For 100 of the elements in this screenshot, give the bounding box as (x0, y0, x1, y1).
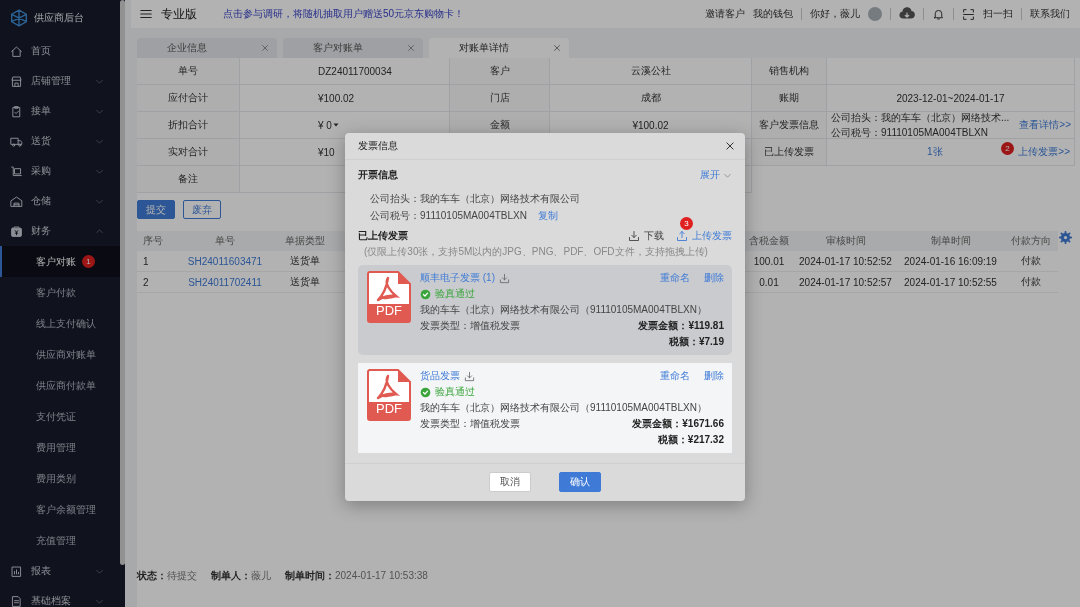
edition-title: 专业版 (161, 5, 197, 23)
sidebar-item[interactable]: 采购 (0, 156, 120, 186)
tax-amount: 税额：¥217.32 (657, 433, 724, 447)
sidebar-subitem[interactable]: 费用管理 (0, 432, 120, 463)
caret-down-icon[interactable] (331, 121, 340, 129)
order-link[interactable]: SH24011603471 (187, 255, 263, 267)
header-link[interactable]: 邀请客户 (705, 7, 745, 21)
tab[interactable]: 客户对账单 (283, 38, 423, 58)
contact-link[interactable]: 联系我们 (1030, 7, 1070, 21)
table-cell: 送货单 (290, 275, 320, 289)
rename-link[interactable]: 重命名 (660, 369, 690, 383)
step-badge: 3 (680, 217, 693, 230)
cart-icon (10, 164, 23, 178)
column-header: 序号 (143, 234, 163, 248)
sidebar-subitem[interactable]: 客户余额管理 (0, 494, 120, 525)
invoice-type: 发票类型：增值税发票 (420, 319, 520, 333)
status-value: 薇儿 (251, 570, 271, 581)
download-icon (464, 370, 475, 382)
close-button[interactable] (725, 141, 735, 151)
invoice-type: 发票类型：增值税发票 (420, 417, 520, 431)
label-cell: 单号 (137, 58, 240, 85)
submit-button[interactable]: 提交 (137, 200, 175, 219)
dialog-title: 发票信息 (358, 139, 398, 153)
rename-link[interactable]: 重命名 (660, 271, 690, 285)
sidebar-item[interactable]: 首页 (0, 36, 120, 66)
copy-link[interactable]: 复制 (538, 210, 559, 221)
scrollbar[interactable] (120, 0, 125, 565)
cancel-button[interactable]: 取消 (489, 472, 531, 492)
label-cell: 应付合计 (137, 85, 240, 112)
discard-button[interactable]: 废弃 (183, 200, 221, 219)
sidebar-subitem[interactable]: 费用类别 (0, 463, 120, 494)
tab[interactable]: 企业信息 (137, 38, 277, 58)
sidebar-item[interactable]: 财务 (0, 216, 120, 246)
warehouse-icon (10, 194, 23, 208)
table-cell: 2 (143, 276, 149, 288)
invoice-amount: 发票金额：¥119.81 (638, 319, 724, 333)
upload-button[interactable]: 上传发票 (676, 229, 732, 243)
invoice-name[interactable]: 顺丰电子发票 (1) (420, 271, 495, 285)
sidebar-subitem[interactable]: 客户对账 1 (0, 246, 120, 277)
view-details-link[interactable]: 查看详情>> (1019, 118, 1071, 132)
scan-link[interactable]: 扫一扫 (983, 7, 1013, 21)
column-header: 付款方向 (1010, 234, 1051, 248)
document-icon (10, 594, 23, 607)
expand-link[interactable]: 展开 (700, 168, 732, 182)
company-text: 我的车车（北京）网络技术有限公司（91110105MA004TBLXN） (420, 303, 708, 317)
sidebar-item[interactable]: 报表 (0, 556, 120, 586)
table-cell: 100.01 (753, 255, 785, 267)
invoice-count-link[interactable]: 1张 (927, 145, 943, 159)
order-link[interactable]: SH24011702411 (188, 276, 262, 288)
label-cell: 备注 (137, 166, 240, 193)
home-icon (10, 44, 23, 58)
sidebar-item[interactable]: 基础档案 (0, 586, 120, 607)
sidebar-item[interactable]: 送货 (0, 126, 120, 156)
delete-link[interactable]: 删除 (704, 369, 724, 383)
table-cell: 付款 (1020, 275, 1041, 289)
sidebar-item[interactable]: 店铺管理 (0, 66, 120, 96)
status-label: 状态： (137, 570, 167, 581)
column-header: 制单时间 (930, 234, 971, 248)
hexagon-logo-icon (10, 9, 28, 27)
greeting: 你好，薇儿 (810, 7, 860, 21)
column-header: 含税金额 (749, 234, 789, 248)
sidebar-subitem[interactable]: 线上支付确认 (0, 308, 120, 339)
check-circle-icon (420, 288, 431, 300)
file-type-label: PDF (375, 401, 403, 416)
column-header: 单号 (215, 234, 235, 248)
file-type-label: PDF (375, 303, 403, 318)
label-cell: 客户发票信息 (752, 112, 827, 139)
sidebar-subitem[interactable]: 充值管理 (0, 525, 120, 556)
value-cell: 2023-12-01~2024-01-17 (827, 85, 1075, 112)
table-cell: 2024-01-17 10:52:55 (904, 276, 997, 288)
label-cell: 账期 (752, 85, 827, 112)
sidebar-item[interactable]: 接单 (0, 96, 120, 126)
chart-icon (10, 564, 23, 578)
upload-invoice-link[interactable]: 上传发票>> (1018, 145, 1070, 159)
clipboard-icon (10, 104, 23, 118)
confirm-button[interactable]: 确认 (559, 472, 601, 492)
table-cell: 付款 (1020, 254, 1041, 268)
invoice-name[interactable]: 货品发票 (420, 369, 460, 383)
sidebar-subitem[interactable]: 供应商付款单 (0, 370, 120, 401)
wallet-icon (10, 224, 23, 238)
invoice-card[interactable]: PDF 货品发票 重命名 删除 验真通过 我的车车（北京）网络技术有限公司（91110105MA004TBLXN） 发票类型：增值税发票 发票金额：¥1671.66 税额：¥217.32 (358, 363, 732, 453)
column-header: 单据类型 (285, 234, 325, 248)
sidebar-subitem[interactable]: 客户付款 (0, 277, 120, 308)
sidebar-subitem[interactable]: 供应商对账单 (0, 339, 120, 370)
status-label: 制单时间： (285, 570, 335, 581)
sidebar-subitem[interactable]: 支付凭证 (0, 401, 120, 432)
header-link[interactable]: 我的钱包 (753, 7, 793, 21)
section-title: 已上传发票 (358, 229, 408, 243)
table-cell: 2024-01-16 16:09:19 (904, 255, 997, 267)
sidebar-item[interactable]: 仓储 (0, 186, 120, 216)
label-cell: 已上传发票 (752, 139, 827, 166)
survey-link[interactable]: 点击参与调研，将随机抽取用户赠送50元京东购物卡！ (223, 7, 697, 21)
app-title: 供应商后台 (34, 11, 84, 25)
tab[interactable]: 对账单详情 (429, 38, 569, 58)
label-cell: 销售机构 (752, 58, 827, 85)
invoice-card[interactable]: PDF 顺丰电子发票 (1) 重命名 删除 验真通过 我的车车（北京）网络技术有限公司（91110105MA004TBLXN） 发票类型：增值税发票 发票金额：¥119.81 税额：¥7.19 (358, 265, 732, 355)
download-button[interactable]: 下载 (628, 229, 664, 243)
delete-link[interactable]: 删除 (704, 271, 724, 285)
scan-icon (962, 7, 975, 21)
section-title: 开票信息 (358, 168, 398, 182)
